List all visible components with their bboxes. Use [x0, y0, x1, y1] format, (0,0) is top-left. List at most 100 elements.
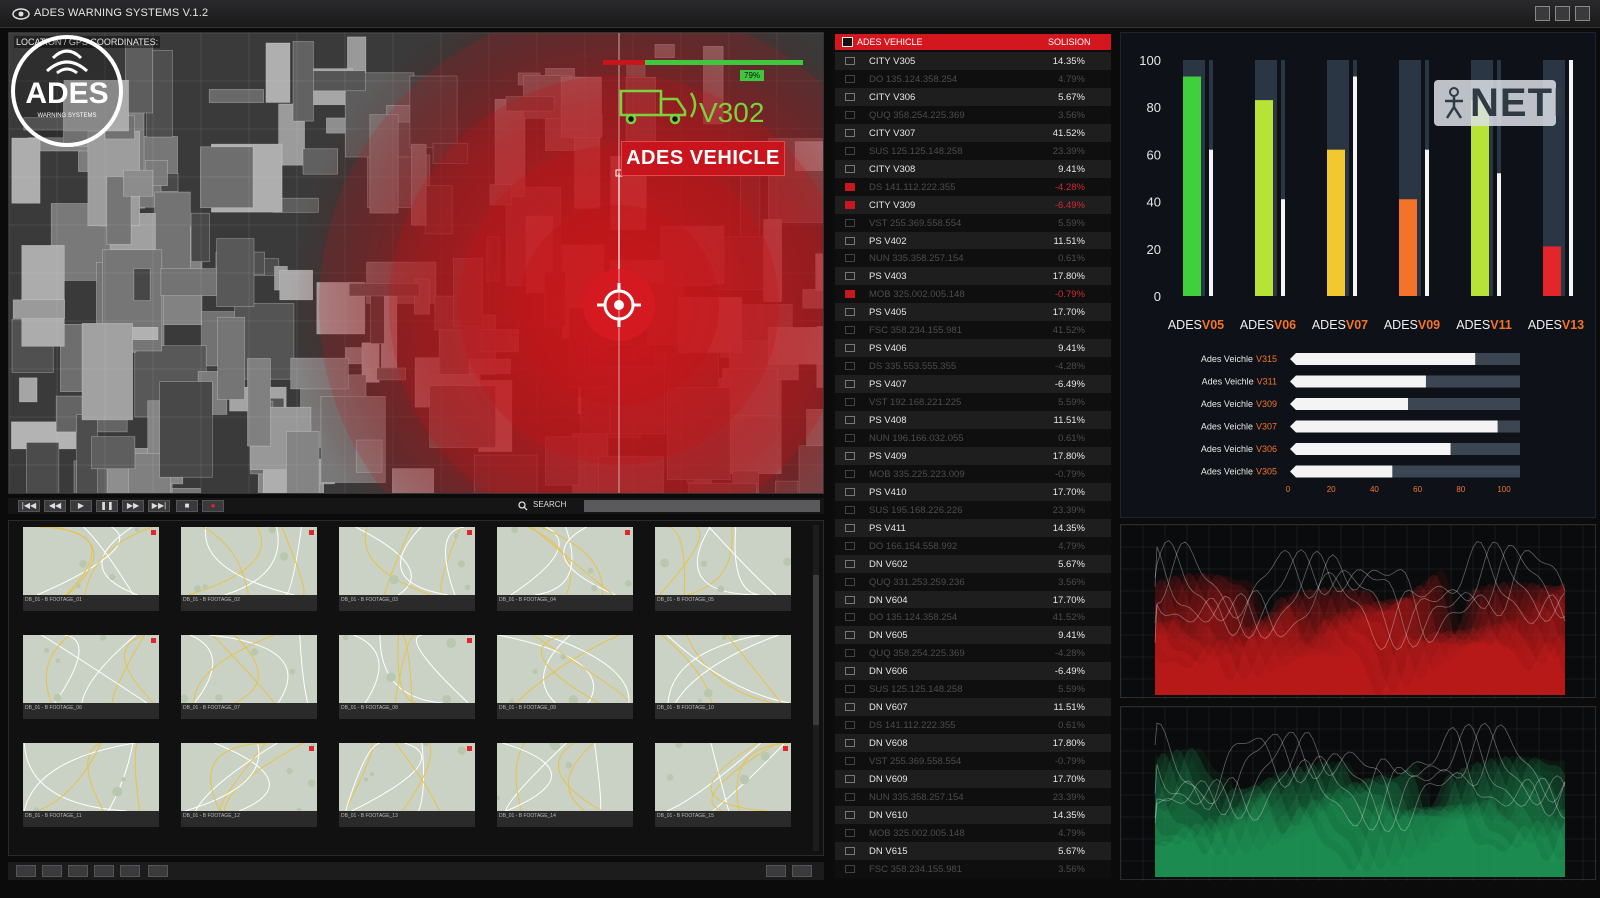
table-row[interactable]: SUS 125.125.148.258 5.59%	[835, 680, 1111, 699]
table-row[interactable]: MOB 325.002.005.148 4.79%	[835, 823, 1111, 842]
rewind-button[interactable]: ◀◀	[44, 500, 66, 512]
table-row[interactable]: DN V606 -6.49%	[835, 662, 1111, 681]
table-row[interactable]: CITY V308 9.41%	[835, 159, 1111, 178]
table-row[interactable]: VST 192.168.221.225 5.59%	[835, 393, 1111, 412]
table-row[interactable]: DN V615 5.67%	[835, 841, 1111, 860]
footage-thumbnail[interactable]: DB_01 - B FOOTAGE_08	[339, 635, 475, 719]
table-row[interactable]: PS V403 17.80%	[835, 267, 1111, 286]
thumbnail-caption: DB_01 - B FOOTAGE_13	[341, 813, 398, 819]
table-row[interactable]: DN V609 17.70%	[835, 770, 1111, 788]
table-row[interactable]: PS V407 -6.49%	[835, 375, 1111, 394]
table-row[interactable]: QUQ 358.254.225.369 -4.28%	[835, 644, 1111, 663]
table-row[interactable]: VST 255.369.558.554 -0.79%	[835, 752, 1111, 771]
layout-icon[interactable]	[94, 865, 114, 877]
table-row[interactable]: NUN 196.166.032.055 0.61%	[835, 428, 1111, 447]
green-wave-canvas	[1121, 707, 1597, 881]
ades-logo: ADES WARNING SYSTEMS	[11, 35, 123, 147]
table-row[interactable]: MOB 325.002.005.148 -0.79%	[835, 285, 1111, 304]
header-solision: SOLISION	[1048, 37, 1091, 47]
camera-icon[interactable]	[148, 865, 168, 877]
footage-thumbnail[interactable]: DB_01 - B FOOTAGE_04	[497, 527, 633, 611]
skip-end-button[interactable]: ▶▶|	[148, 500, 170, 512]
close-button[interactable]	[1575, 6, 1590, 21]
thumbnail-caption: DB_01 - B FOOTAGE_03	[341, 597, 398, 603]
table-row[interactable]: PS V411 14.35%	[835, 518, 1111, 537]
rec-indicator-icon	[151, 530, 156, 535]
table-row[interactable]: PS V409 17.80%	[835, 446, 1111, 465]
table-row[interactable]: PS V410 17.70%	[835, 482, 1111, 501]
table-row[interactable]: DO 166.154.558.992 4.79%	[835, 536, 1111, 555]
table-row[interactable]: VST 255.369.558.554 5.59%	[835, 213, 1111, 232]
footage-thumbnail[interactable]: DB_01 - B FOOTAGE_13	[339, 743, 475, 827]
stop-button[interactable]: ■	[176, 500, 198, 512]
footage-thumbnail[interactable]: DB_01 - B FOOTAGE_11	[23, 743, 159, 827]
footage-thumbnail[interactable]: DB_01 - B FOOTAGE_14	[497, 743, 633, 827]
table-row[interactable]: QUQ 358.254.225.369 3.56%	[835, 105, 1111, 124]
table-row[interactable]: SUS 195.168.226.226 23.39%	[835, 500, 1111, 519]
table-row[interactable]: NUN 335.358.257.154 0.61%	[835, 249, 1111, 268]
table-row[interactable]: MOB 335.225.223.009 -0.79%	[835, 464, 1111, 483]
table-row[interactable]: DN V604 17.70%	[835, 590, 1111, 609]
search-input[interactable]	[584, 500, 820, 512]
table-row[interactable]: NUN 335.358.257.154 23.39%	[835, 787, 1111, 806]
gallery-scrollbar[interactable]	[813, 525, 819, 851]
fast-forward-button[interactable]: ▶▶	[122, 500, 144, 512]
table-row[interactable]: CITY V305 14.35%	[835, 52, 1111, 70]
map-view[interactable]: LOCATION / GPS COORDINATES: ADES WARNING…	[8, 32, 824, 494]
back-icon[interactable]	[16, 865, 36, 877]
table-row[interactable]: PS V406 9.41%	[835, 339, 1111, 358]
table-row[interactable]: PS V402 11.51%	[835, 231, 1111, 250]
table-row[interactable]: DS 141.112.222.355 -4.28%	[835, 177, 1111, 196]
footage-thumbnail[interactable]: DB_01 - B FOOTAGE_09	[497, 635, 633, 719]
footage-thumbnail[interactable]: DB_01 - B FOOTAGE_02	[181, 527, 317, 611]
footage-thumbnail[interactable]: DB_01 - B FOOTAGE_12	[181, 743, 317, 827]
footage-thumbnail[interactable]: DB_01 - B FOOTAGE_03	[339, 527, 475, 611]
table-row[interactable]: CITY V306 5.67%	[835, 87, 1111, 106]
pause-button[interactable]: ❚❚	[96, 500, 118, 512]
skip-start-button[interactable]: |◀◀	[18, 500, 40, 512]
footage-thumbnail[interactable]: DB_01 - B FOOTAGE_05	[655, 527, 791, 611]
window-icon[interactable]	[68, 865, 88, 877]
footage-thumbnail[interactable]: DB_01 - B FOOTAGE_07	[181, 635, 317, 719]
table-row[interactable]: DN V602 5.67%	[835, 554, 1111, 573]
table-row[interactable]: DN V608 17.80%	[835, 734, 1111, 753]
table-row[interactable]: DS 141.112.222.355 0.61%	[835, 716, 1111, 735]
table-row[interactable]: PS V408 11.51%	[835, 411, 1111, 429]
h-bar-V307	[1290, 420, 1498, 433]
record-button[interactable]: ●	[202, 500, 224, 512]
row-value: -4.28%	[1054, 648, 1085, 660]
table-row[interactable]: DS 335.553.555.355 -4.28%	[835, 357, 1111, 376]
folder-icon[interactable]	[42, 865, 62, 877]
table-row[interactable]: DO 135.124.358.254 41.52%	[835, 608, 1111, 627]
grid-icon[interactable]	[120, 865, 140, 877]
vehicle-badge[interactable]: ADES VEHICLE	[621, 141, 785, 176]
eject-icon[interactable]	[792, 865, 812, 877]
table-row[interactable]: DN V605 9.41%	[835, 626, 1111, 645]
thumbnail-caption: DB_01 - B FOOTAGE_04	[499, 597, 556, 603]
footage-thumbnail[interactable]: DB_01 - B FOOTAGE_10	[655, 635, 791, 719]
table-row[interactable]: CITY V309 -6.49%	[835, 195, 1111, 214]
table-row[interactable]: DN V610 14.35%	[835, 805, 1111, 824]
footage-thumbnail[interactable]: DB_01 - B FOOTAGE_15	[655, 743, 791, 827]
table-row[interactable]: FSC 358.234.155.981 3.56%	[835, 859, 1111, 878]
table-row[interactable]: FSC 358.234.155.981 41.52%	[835, 321, 1111, 340]
table-row[interactable]: PS V405 17.70%	[835, 303, 1111, 322]
footage-thumbnail[interactable]: DB_01 - B FOOTAGE_06	[23, 635, 159, 719]
category-label: ADESV06	[1240, 318, 1296, 332]
table-row[interactable]: CITY V307 41.52%	[835, 123, 1111, 142]
h-bar-V305	[1290, 465, 1393, 478]
settings-gear-icon[interactable]	[766, 865, 786, 877]
scrollbar-knob[interactable]	[813, 575, 819, 725]
play-button[interactable]: ▶	[70, 500, 92, 512]
monitor-icon	[845, 200, 855, 209]
row-value: 17.80%	[1052, 271, 1085, 283]
table-row[interactable]: QUQ 331.253.259.236 3.56%	[835, 572, 1111, 591]
table-row[interactable]: DN V607 11.51%	[835, 698, 1111, 717]
table-row[interactable]: SUS 125.125.148.258 23.39%	[835, 141, 1111, 160]
rec-indicator-icon	[309, 530, 314, 535]
maximize-button[interactable]	[1555, 6, 1570, 21]
footage-thumbnail[interactable]: DB_01 - B FOOTAGE_01	[23, 527, 159, 611]
minimize-button[interactable]	[1535, 6, 1550, 21]
table-row[interactable]: DO 135.124.358.254 4.79%	[835, 69, 1111, 88]
row-value: 0.61%	[1058, 253, 1085, 265]
